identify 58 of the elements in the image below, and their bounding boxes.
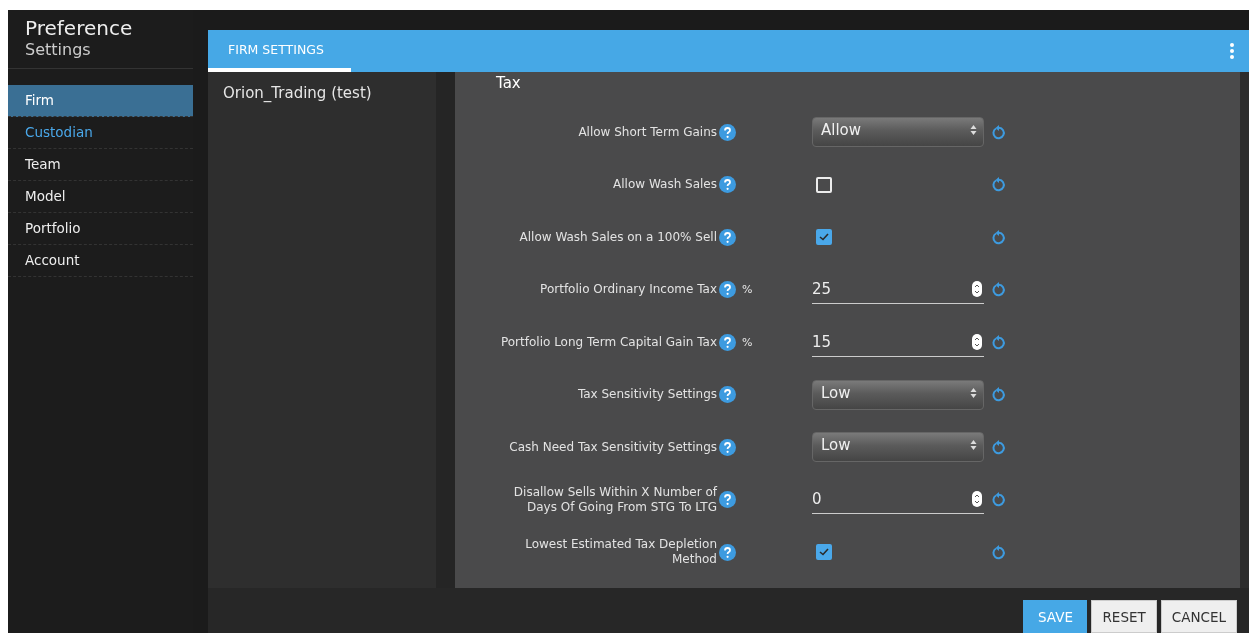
dropdown[interactable]: Low [812, 379, 984, 410]
sidebar-item[interactable]: Account [8, 245, 193, 277]
reset-icon[interactable] [992, 177, 1006, 193]
help-icon[interactable] [719, 176, 736, 194]
sidebar-title: Preference [25, 16, 134, 40]
reset-icon[interactable] [992, 124, 1006, 140]
help-icon[interactable] [719, 438, 736, 456]
checkmark-icon [819, 233, 829, 242]
number-field[interactable]: 0 [812, 485, 984, 515]
sidebar-item[interactable]: Portfolio [8, 213, 193, 245]
updown-arrows-icon [970, 124, 977, 137]
setting-label: Allow Short Term Gains [577, 124, 717, 140]
spinner-icon [972, 333, 982, 350]
number-field[interactable]: 25 [812, 275, 984, 305]
unit-label: % [742, 283, 753, 297]
more-menu-icon[interactable] [1229, 42, 1235, 60]
sidebar-item[interactable]: Team [8, 149, 193, 181]
setting-label: Lowest Estimated Tax Depletion Method [524, 537, 717, 568]
setting-label: Portfolio Ordinary Income Tax [539, 282, 717, 298]
sidebar-item[interactable]: Custodian [8, 117, 193, 149]
reset-icon[interactable] [992, 544, 1006, 560]
updown-arrows-icon [970, 386, 977, 399]
help-icon[interactable] [719, 281, 736, 299]
spinner-icon [972, 281, 982, 298]
reset-icon[interactable] [992, 282, 1006, 298]
help-icon[interactable] [719, 543, 736, 561]
checkbox[interactable] [816, 544, 832, 561]
checkmark-icon [819, 548, 829, 557]
reset-icon[interactable] [992, 334, 1006, 350]
reset-icon[interactable] [992, 439, 1006, 455]
sidebar-item[interactable]: Model [8, 181, 193, 213]
setting-label: Portfolio Long Term Capital Gain Tax [499, 334, 717, 350]
help-icon[interactable] [719, 123, 736, 141]
footer-button[interactable]: RESET [1091, 600, 1157, 633]
setting-label: Allow Wash Sales [612, 177, 717, 193]
sidebar-subtitle: Settings [25, 40, 92, 60]
dropdown[interactable]: Low [812, 432, 984, 463]
dropdown[interactable]: Allow [812, 117, 984, 148]
help-icon[interactable] [719, 333, 736, 351]
setting-label: Cash Need Tax Sensitivity Settings [508, 439, 717, 455]
reset-icon[interactable] [992, 492, 1006, 508]
help-icon[interactable] [719, 491, 736, 509]
setting-label: Disallow Sells Within X Number of Days Of Going From STG To LTG [512, 484, 717, 515]
sidebar-item[interactable]: Firm [8, 85, 193, 117]
number-field[interactable]: 15 [812, 327, 984, 357]
footer-button[interactable]: CANCEL [1160, 600, 1237, 633]
updown-arrows-icon [970, 439, 977, 452]
unit-label: % [742, 335, 753, 349]
setting-label: Tax Sensitivity Settings [576, 387, 717, 403]
setting-label: Allow Wash Sales on a 100% Sell [518, 229, 717, 245]
spinner-icon [972, 491, 982, 508]
help-icon[interactable] [719, 386, 736, 404]
reset-icon[interactable] [992, 229, 1006, 245]
checkbox[interactable] [816, 229, 832, 246]
account-name[interactable]: Orion_Trading (test) [208, 84, 436, 102]
section-title: Tax [495, 73, 522, 94]
help-icon[interactable] [719, 228, 736, 246]
reset-icon[interactable] [992, 387, 1006, 403]
